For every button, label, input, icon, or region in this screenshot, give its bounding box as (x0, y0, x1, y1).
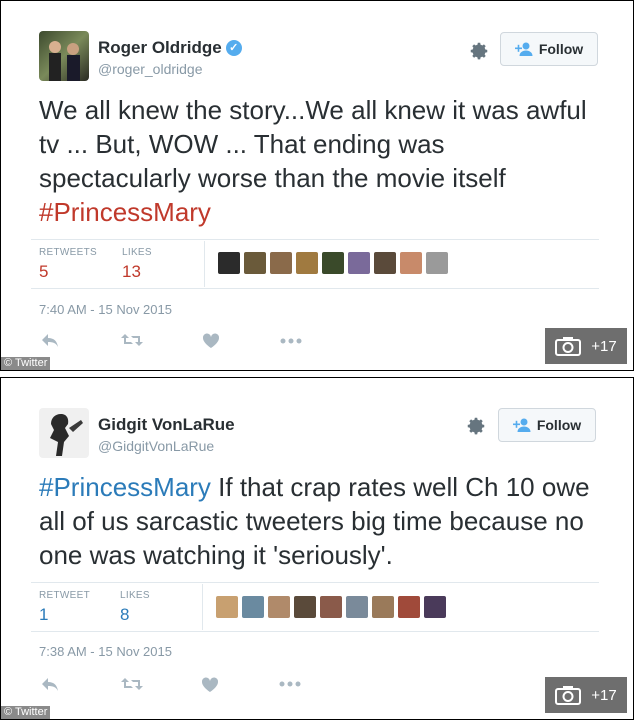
follow-label: Follow (538, 41, 584, 57)
avatar[interactable] (39, 31, 89, 81)
heart-icon[interactable] (201, 677, 219, 693)
likes-label[interactable]: LIKES (122, 247, 152, 258)
display-name-text[interactable]: Roger Oldridge (98, 38, 222, 57)
tweet-text: #PrincessMary If that crap rates well Ch… (39, 470, 603, 572)
liker-avatar[interactable] (294, 596, 316, 618)
liker-avatar[interactable] (374, 252, 396, 274)
tweet-card-2: Gidgit VonLaRue @GidgitVonLaRue Follow #… (0, 377, 634, 720)
likers-avatars[interactable] (218, 252, 448, 274)
display-name[interactable]: Roger Oldridge ✓ (98, 38, 242, 58)
photo-count: +17 (591, 686, 617, 704)
verified-icon: ✓ (225, 40, 242, 56)
liker-avatar[interactable] (372, 596, 394, 618)
tweet-timestamp[interactable]: 7:40 AM - 15 Nov 2015 (39, 302, 172, 317)
liker-avatar[interactable] (346, 596, 368, 618)
stats-separator (204, 241, 205, 287)
reply-icon[interactable] (41, 676, 59, 692)
likes-count[interactable]: 8 (120, 605, 129, 625)
liker-avatar[interactable] (242, 596, 264, 618)
retweets-label[interactable]: RETWEET (39, 590, 90, 601)
liker-avatar[interactable] (400, 252, 422, 274)
liker-avatar[interactable] (296, 252, 318, 274)
liker-avatar[interactable] (244, 252, 266, 274)
more-icon[interactable] (279, 681, 301, 687)
retweet-icon[interactable] (121, 677, 143, 691)
liker-avatar[interactable] (320, 596, 342, 618)
camera-icon (555, 686, 582, 705)
display-name-text[interactable]: Gidgit VonLaRue (98, 415, 235, 434)
reply-icon[interactable] (41, 332, 59, 348)
avatar-image (50, 414, 83, 456)
liker-avatar[interactable] (348, 252, 370, 274)
gear-icon[interactable] (465, 415, 487, 437)
stats-separator (202, 584, 203, 630)
hashtag-link[interactable]: #PrincessMary (39, 472, 211, 502)
liker-avatar[interactable] (218, 252, 240, 274)
hashtag-link[interactable]: #PrincessMary (39, 197, 211, 227)
liker-avatar[interactable] (270, 252, 292, 274)
divider (31, 631, 599, 632)
add-user-icon (514, 42, 533, 56)
liker-avatar[interactable] (216, 596, 238, 618)
more-icon[interactable] (280, 338, 302, 344)
divider (31, 288, 599, 289)
image-credit: © Twitter (1, 357, 51, 370)
liker-avatar[interactable] (268, 596, 290, 618)
tweet-timestamp[interactable]: 7:38 AM - 15 Nov 2015 (39, 644, 172, 659)
tweet-text: We all knew the story...We all knew it w… (39, 93, 603, 229)
add-user-icon (512, 418, 531, 432)
tweet-body: We all knew the story...We all knew it w… (39, 95, 587, 193)
liker-avatar[interactable] (398, 596, 420, 618)
photo-count: +17 (591, 337, 617, 355)
follow-button[interactable]: Follow (498, 408, 596, 442)
liker-avatar[interactable] (322, 252, 344, 274)
retweet-icon[interactable] (121, 333, 143, 347)
user-handle[interactable]: @roger_oldridge (98, 61, 203, 77)
retweets-count[interactable]: 5 (39, 262, 48, 282)
image-credit: © Twitter (1, 706, 51, 719)
follow-button[interactable]: Follow (500, 32, 598, 66)
divider (31, 582, 599, 583)
user-handle[interactable]: @GidgitVonLaRue (98, 438, 214, 454)
avatar[interactable] (39, 408, 89, 458)
avatar-image (49, 41, 80, 81)
photo-gallery-button[interactable]: +17 (545, 677, 627, 713)
tweet-card-1: Roger Oldridge ✓ @roger_oldridge Follow W… (0, 0, 634, 371)
retweets-label[interactable]: RETWEETS (39, 247, 97, 258)
heart-icon[interactable] (202, 333, 220, 349)
liker-avatar[interactable] (424, 596, 446, 618)
gear-icon[interactable] (468, 40, 490, 62)
camera-icon (555, 337, 582, 356)
likers-avatars[interactable] (216, 596, 446, 618)
likes-count[interactable]: 13 (122, 262, 141, 282)
divider (31, 239, 599, 240)
photo-gallery-button[interactable]: +17 (545, 328, 627, 364)
display-name[interactable]: Gidgit VonLaRue (98, 415, 235, 435)
follow-label: Follow (536, 417, 582, 433)
likes-label[interactable]: LIKES (120, 590, 150, 601)
retweets-count[interactable]: 1 (39, 605, 48, 625)
liker-avatar[interactable] (426, 252, 448, 274)
